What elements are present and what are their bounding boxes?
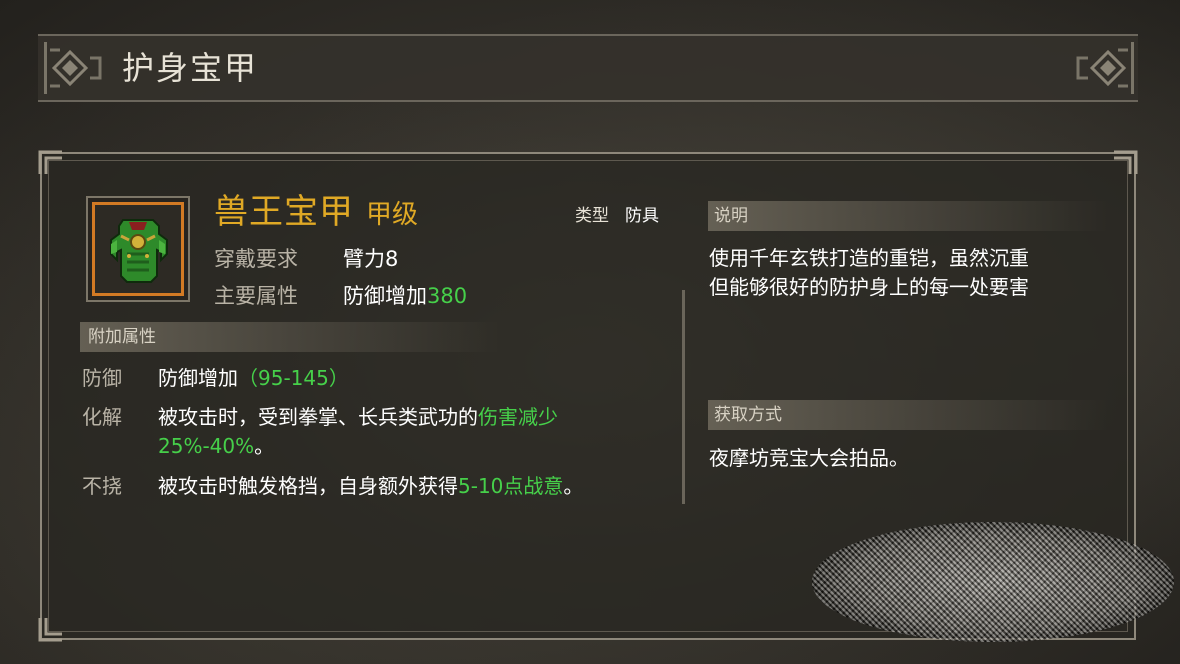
description-section-title: 说明 [714,206,748,226]
main-attribute-label: 主要属性 [214,284,298,308]
bonus-attr-highlight: 5-10点战意 [458,474,564,498]
bonus-attr-text: 被攻击时触发格挡，自身额外获得5-10点战意。 [158,472,583,500]
bonus-attr-highlight: 25%-40% [158,434,255,458]
bonus-section-title: 附加属性 [88,327,156,347]
title-ornament-right-icon [1076,42,1134,94]
bonus-attr-desc: 被攻击时，受到拳掌、长兵类武功的 [158,405,478,429]
bonus-attr-desc: 防御增加 [158,366,238,390]
obtain-text: 夜摩坊竞宝大会拍品。 [709,446,909,470]
bonus-attr-label: 防御 [82,366,122,390]
item-type-label: 类型 [575,206,609,226]
requirement-value: 臂力8 [343,247,399,271]
obtain-section-title: 获取方式 [714,405,782,425]
description-section-header [708,201,1108,231]
item-type-value: 防具 [625,206,659,226]
bonus-attr-desc: 。 [254,434,275,458]
column-divider [682,290,685,504]
bonus-attr-highlight: 伤害减少 [478,405,558,429]
page-title: 护身宝甲 [122,49,259,87]
bonus-attr-text: 被攻击时，受到拳掌、长兵类武功的伤害减少 [158,403,558,431]
bonus-attr-desc: 。 [563,474,584,498]
requirement-label: 穿戴要求 [214,247,298,271]
bonus-attr-label: 不挠 [82,474,122,498]
main-attribute-text: 防御增加 [343,284,427,308]
green-armor-icon [110,219,168,283]
main-attribute-number: 380 [427,284,468,308]
corner-ornament-icon [38,150,62,174]
bonus-attr-desc: 被攻击时触发格挡，自身额外获得 [158,474,458,498]
description-line: 但能够很好的防护身上的每一处要害 [709,275,1029,299]
title-ornament-left-icon [44,42,102,94]
noise-patch [812,522,1174,642]
bonus-attr-text-line2: 25%-40%。 [158,432,274,460]
description-line: 使用千年玄铁打造的重铠，虽然沉重 [709,246,1029,270]
bonus-attr-highlight: （95-145） [238,366,349,390]
item-name: 兽王宝甲 [214,192,354,232]
main-attribute-value: 防御增加380 [343,281,467,311]
bonus-attr-label: 化解 [82,405,122,429]
bonus-attr-text: 防御增加（95-145） [158,364,349,392]
corner-ornament-icon [38,618,62,642]
item-grade: 甲级 [366,200,419,230]
corner-ornament-icon [1114,150,1138,174]
